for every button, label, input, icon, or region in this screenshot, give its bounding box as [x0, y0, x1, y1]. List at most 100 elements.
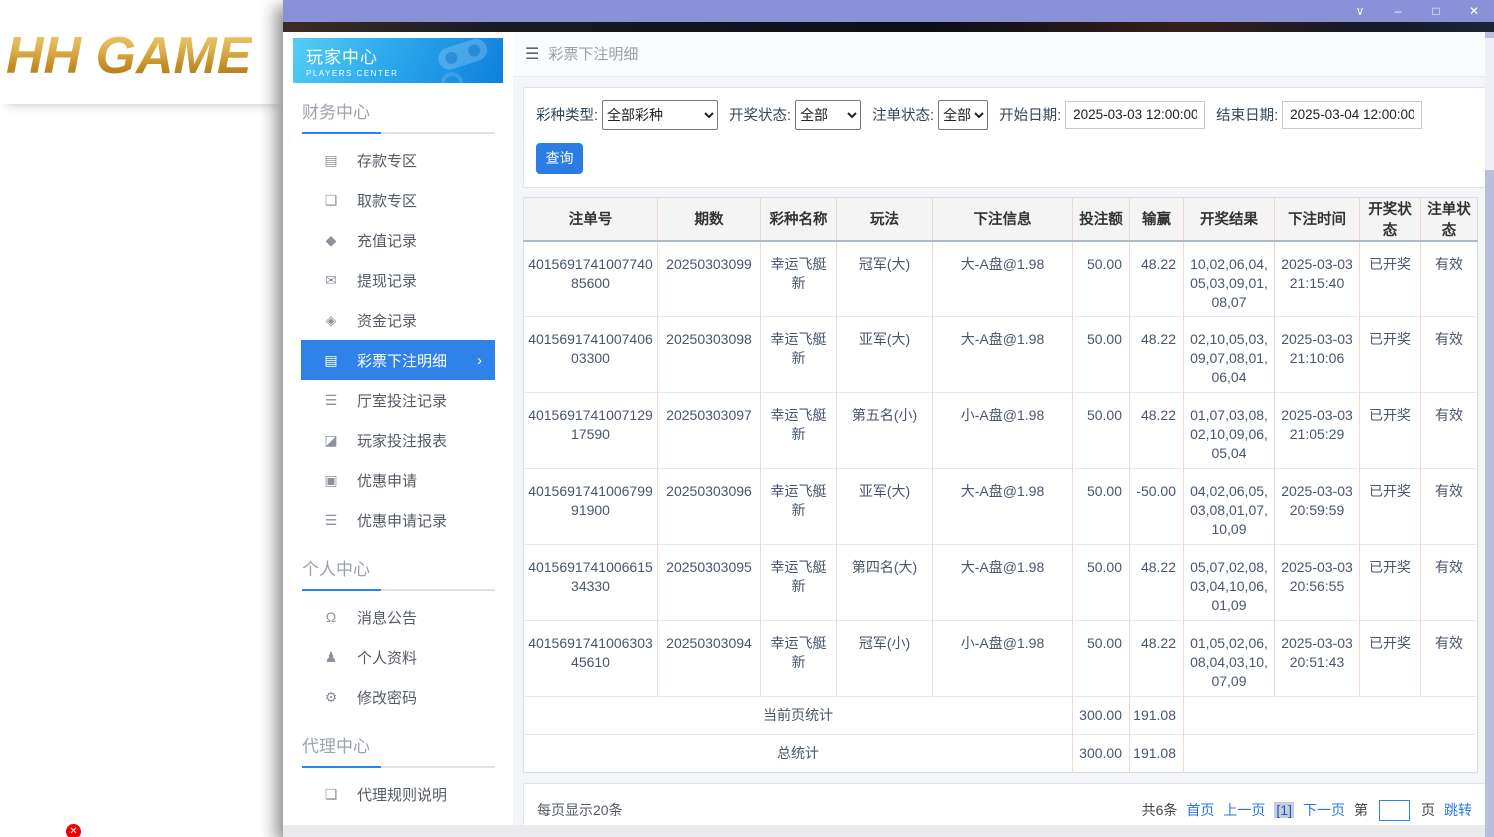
person-icon: ♟ [324, 648, 338, 665]
sidebar-item-profile[interactable]: ♟ 个人资料 [301, 637, 495, 677]
table-cell: 已开奖 [1359, 240, 1421, 317]
sidebar-item-change-password[interactable]: ⚙ 修改密码 [301, 677, 495, 717]
next-page-link[interactable]: 下一页 [1303, 800, 1345, 820]
table-cell: 有效 [1420, 544, 1478, 621]
table-cell: 第四名(大) [836, 544, 933, 621]
table-cell: 幸运飞艇新 [760, 620, 837, 697]
sidebar-item-recharge-records[interactable]: ◆ 充值记录 [301, 220, 495, 260]
titlebar-decoration [283, 22, 1494, 32]
lottery-type-select[interactable]: 全部彩种 [602, 99, 719, 130]
page-title: 彩票下注明细 [548, 46, 639, 64]
chevron-right-icon: › [477, 351, 482, 369]
app-window: ∨ – □ ✕ 玩家中心 PLAYERS CENTER 财务中心 ▤ 存款专区 … [283, 0, 1494, 837]
end-date-input[interactable] [1282, 100, 1423, 129]
sidebar-item-label: 消息公告 [357, 609, 418, 627]
first-page-link[interactable]: 首页 [1186, 800, 1214, 820]
table-cell: 20250303094 [657, 620, 761, 697]
table-header-row: 注单号 期数 彩种名称 玩法 下注信息 投注额 输赢 开奖结果 下注时间 开奖状… [523, 197, 1478, 242]
table-cell: 小-A盘@1.98 [932, 392, 1073, 469]
sidebar-item-label: 充值记录 [357, 232, 418, 250]
table-cell: 401569174100740603300 [523, 316, 658, 393]
scrollbar[interactable] [1485, 32, 1494, 837]
sidebar-item-label: 个人资料 [357, 649, 418, 667]
sidebar-item-lottery-bet-details[interactable]: ▤ 彩票下注明细 › [301, 340, 495, 380]
table-row: 401569174100774085600 20250303099 幸运飞艇新 … [523, 240, 1478, 317]
col-order-status: 注单状态 [1420, 197, 1478, 242]
sidebar-item-messages[interactable]: Ω 消息公告 [301, 597, 495, 637]
table-cell: 20250303095 [657, 544, 761, 621]
query-button[interactable]: 查询 [536, 142, 583, 174]
sidebar-item-player-bet-report[interactable]: ◪ 玩家投注报表 [301, 420, 495, 460]
col-order-id: 注单号 [523, 197, 658, 242]
col-period: 期数 [657, 197, 761, 242]
grand-summary-bet-total: 300.00 [1072, 734, 1130, 773]
sidebar-item-withdraw-zone[interactable]: ❑ 取款专区 [301, 180, 495, 220]
table-cell: 冠军(小) [836, 620, 933, 697]
order-status-select[interactable]: 全部 [938, 99, 989, 130]
chevron-down-icon[interactable]: ∨ [1353, 5, 1367, 17]
maximize-button[interactable]: □ [1429, 5, 1443, 17]
sidebar-item-promo-application[interactable]: ▣ 优惠申请 [301, 460, 495, 500]
jump-action-link[interactable]: 跳转 [1444, 800, 1472, 820]
card-list-icon: ▤ [324, 351, 338, 368]
minimize-button[interactable]: – [1391, 5, 1405, 17]
sidebar-item-hall-bet-records[interactable]: ☰ 厅室投注记录 [301, 380, 495, 420]
table-cell: 2025-03-03 21:10:06 [1274, 316, 1360, 393]
deposit-card-icon: ▤ [324, 151, 338, 168]
sidebar-item-label: 彩票下注明细 [357, 352, 448, 370]
sidebar-item-promo-application-records[interactable]: ☰ 优惠申请记录 [301, 500, 495, 540]
table-row: 401569174100679991900 20250303096 幸运飞艇新 … [523, 468, 1478, 545]
sidebar-item-funds-records[interactable]: ◈ 资金记录 [301, 300, 495, 340]
hamburger-icon[interactable]: ☰ [525, 44, 539, 64]
table-cell: 已开奖 [1359, 316, 1421, 393]
prev-page-link[interactable]: 上一页 [1223, 800, 1265, 820]
sidebar-item-label: 厅室投注记录 [357, 392, 448, 410]
table-cell: 2025-03-03 20:56:55 [1274, 544, 1360, 621]
table-cell: 已开奖 [1359, 392, 1421, 469]
table-cell: 02,10,05,03,09,07,08,01,06,04 [1183, 316, 1275, 393]
error-icon: ✕ [66, 824, 81, 837]
jump-suffix-text: 页 [1421, 802, 1435, 818]
sidebar-item-deposit-zone[interactable]: ▤ 存款专区 [301, 140, 495, 180]
table-row: 401569174100740603300 20250303098 幸运飞艇新 … [523, 316, 1478, 393]
section-underline [302, 589, 495, 591]
table-cell: 有效 [1420, 392, 1478, 469]
table-cell: 50.00 [1072, 544, 1130, 621]
table-cell: 04,02,06,05,03,08,01,07,10,09 [1183, 468, 1275, 545]
table-cell: 有效 [1420, 316, 1478, 393]
gear-icon: ⚙ [324, 688, 338, 705]
table-row: 401569174100661534330 20250303095 幸运飞艇新 … [523, 544, 1478, 621]
table-cell: 有效 [1420, 240, 1478, 317]
start-date-input[interactable] [1065, 100, 1206, 129]
page-jump-input[interactable] [1379, 799, 1410, 821]
table-cell: 401569174100661534330 [523, 544, 658, 621]
table-cell: 50.00 [1072, 392, 1130, 469]
grand-summary-row: 总统计 300.00 191.08 [523, 734, 1478, 773]
table-cell: 2025-03-03 21:15:40 [1274, 240, 1360, 317]
table-cell: 2025-03-03 20:51:43 [1274, 620, 1360, 697]
table-cell: 大-A盘@1.98 [932, 544, 1073, 621]
close-button[interactable]: ✕ [1467, 5, 1481, 17]
sidebar-item-label: 提现记录 [357, 272, 418, 290]
grand-summary-winloss-total: 191.08 [1129, 734, 1184, 773]
table-cell: 01,07,03,08,02,10,09,06,05,04 [1183, 392, 1275, 469]
sidebar-item-label: 取款专区 [357, 192, 418, 210]
sidebar-item-withdrawal-records[interactable]: ✉ 提现记录 [301, 260, 495, 300]
table-cell: 大-A盘@1.98 [932, 240, 1073, 317]
jump-prefix-text: 第 [1354, 802, 1368, 818]
hh-game-logo: HH GAME [6, 26, 252, 86]
end-date-label: 结束日期: [1216, 108, 1279, 124]
sidebar-header: 玩家中心 PLAYERS CENTER [293, 38, 503, 83]
table-cell: 幸运飞艇新 [760, 544, 837, 621]
table-cell: 亚军(大) [836, 316, 933, 393]
table-cell: 已开奖 [1359, 544, 1421, 621]
window-titlebar: ∨ – □ ✕ [283, 0, 1494, 22]
draw-status-select[interactable]: 全部 [795, 99, 862, 130]
section-underline [302, 132, 495, 134]
page-size-text: 每页显示20条 [537, 802, 623, 818]
table-cell: 20250303096 [657, 468, 761, 545]
sidebar-item-label: 代理规则说明 [357, 786, 448, 804]
scrollbar-thumb[interactable] [1485, 38, 1494, 170]
grand-summary-label: 总统计 [523, 734, 1073, 773]
sidebar-item-agent-rules[interactable]: ❏ 代理规则说明 [301, 774, 495, 814]
